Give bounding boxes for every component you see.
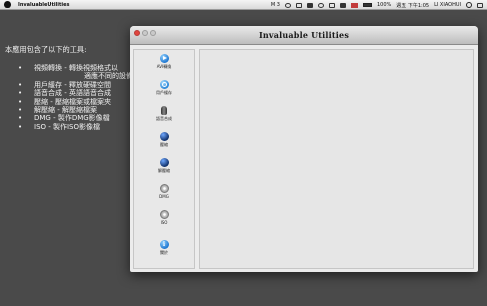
display-icon[interactable] — [295, 2, 302, 8]
time-machine-icon[interactable] — [317, 2, 324, 8]
menu-user-name[interactable]: LI XIAOHUI — [434, 2, 461, 8]
feature-list: 視頻轉換 - 轉換視頻格式以 適應不同的設備 用戶緩存 - 釋放硬碟空間 語音合… — [18, 64, 136, 132]
feature-item: 用戶緩存 - 釋放硬碟空間 — [18, 80, 136, 90]
feature-item: 視頻轉換 - 轉換視頻格式以 適應不同的設備 — [18, 64, 136, 81]
tool-button-user-cache[interactable]: 用戶緩存 — [134, 80, 194, 96]
microphone-icon — [161, 106, 167, 115]
menu-app-name[interactable]: InvaluableUtilities — [18, 2, 69, 8]
compress-icon — [159, 132, 169, 141]
tool-button-dmg[interactable]: DMG — [134, 184, 194, 199]
app-window: Invaluable Utilities AVI轉換 用戶緩存 語音合成 壓縮 … — [130, 26, 478, 272]
status-extra-label[interactable]: M 3 — [271, 2, 280, 8]
feature-text: 視頻轉換 - 轉換視頻格式以 — [34, 64, 118, 72]
tool-label: DMG — [159, 194, 169, 199]
window-title: Invaluable Utilities — [258, 30, 350, 40]
window-titlebar[interactable]: Invaluable Utilities — [130, 26, 478, 45]
user-cache-icon — [159, 80, 169, 89]
decompress-icon — [159, 158, 169, 167]
tool-label: 關於 — [160, 250, 168, 255]
tool-sidebar: AVI轉換 用戶緩存 語音合成 壓縮 解壓縮 DMG ISO 關於 — [133, 49, 195, 269]
tool-button-iso[interactable]: ISO — [134, 210, 194, 225]
video-convert-icon — [159, 54, 169, 63]
tool-button-speech[interactable]: 語音合成 — [134, 106, 194, 122]
feature-item: DMG - 製作DMG影像檔 — [18, 114, 136, 123]
feature-item: 壓縮 - 壓縮檔案或檔案夾 — [18, 97, 136, 107]
tool-label: 語音合成 — [156, 116, 172, 121]
feature-text: 壓縮 - 壓縮檔案或檔案夾 — [34, 97, 111, 106]
volume-icon[interactable] — [339, 2, 346, 8]
tool-button-compress[interactable]: 壓縮 — [134, 132, 194, 148]
apple-menu-icon[interactable] — [4, 1, 11, 8]
intro-heading: 本應用包含了以下的工具: — [5, 45, 87, 54]
tool-button-avi-convert[interactable]: AVI轉換 — [134, 54, 194, 70]
feature-text: DMG - 製作DMG影像檔 — [34, 114, 110, 123]
feature-text: 語音合成 - 英語語音合成 — [34, 89, 111, 98]
bluetooth-icon[interactable] — [306, 2, 313, 8]
input-source-flag-icon[interactable] — [350, 2, 358, 8]
menu-status-area: M 3 100% 週五 下午1:05 LI XIAOHUI — [271, 0, 483, 10]
menu-bar: InvaluableUtilities M 3 100% 週五 下午1:05 L… — [0, 0, 487, 10]
tool-label: ISO — [160, 220, 168, 225]
spotlight-search-icon[interactable] — [466, 2, 472, 8]
info-icon — [159, 240, 169, 249]
tool-content-panel — [199, 49, 474, 269]
notification-center-icon[interactable] — [477, 2, 483, 8]
wifi-icon[interactable] — [328, 2, 335, 8]
feature-item: 語音合成 - 英語語音合成 — [18, 89, 136, 98]
dmg-disc-icon — [159, 184, 169, 193]
iso-disc-icon — [159, 210, 169, 219]
battery-icon[interactable] — [362, 3, 372, 7]
tool-button-decompress[interactable]: 解壓縮 — [134, 158, 194, 174]
feature-text: 解壓縮 - 解壓縮檔案 — [34, 106, 97, 115]
tool-button-about[interactable]: 關於 — [134, 240, 194, 256]
feature-text: 用戶緩存 - 釋放硬碟空間 — [34, 80, 111, 89]
feature-text: ISO - 製作ISO影像檔 — [34, 122, 101, 131]
tool-label: 解壓縮 — [158, 168, 170, 173]
feature-item: ISO - 製作ISO影像檔 — [18, 122, 136, 132]
menu-clock[interactable]: 週五 下午1:05 — [396, 2, 429, 9]
tool-label: AVI轉換 — [156, 64, 172, 69]
feature-text-continued: 適應不同的設備 — [84, 72, 133, 81]
battery-percent: 100% — [376, 2, 392, 8]
sync-icon[interactable] — [284, 2, 291, 8]
tool-label: 壓縮 — [160, 142, 168, 147]
tool-label: 用戶緩存 — [156, 90, 172, 95]
